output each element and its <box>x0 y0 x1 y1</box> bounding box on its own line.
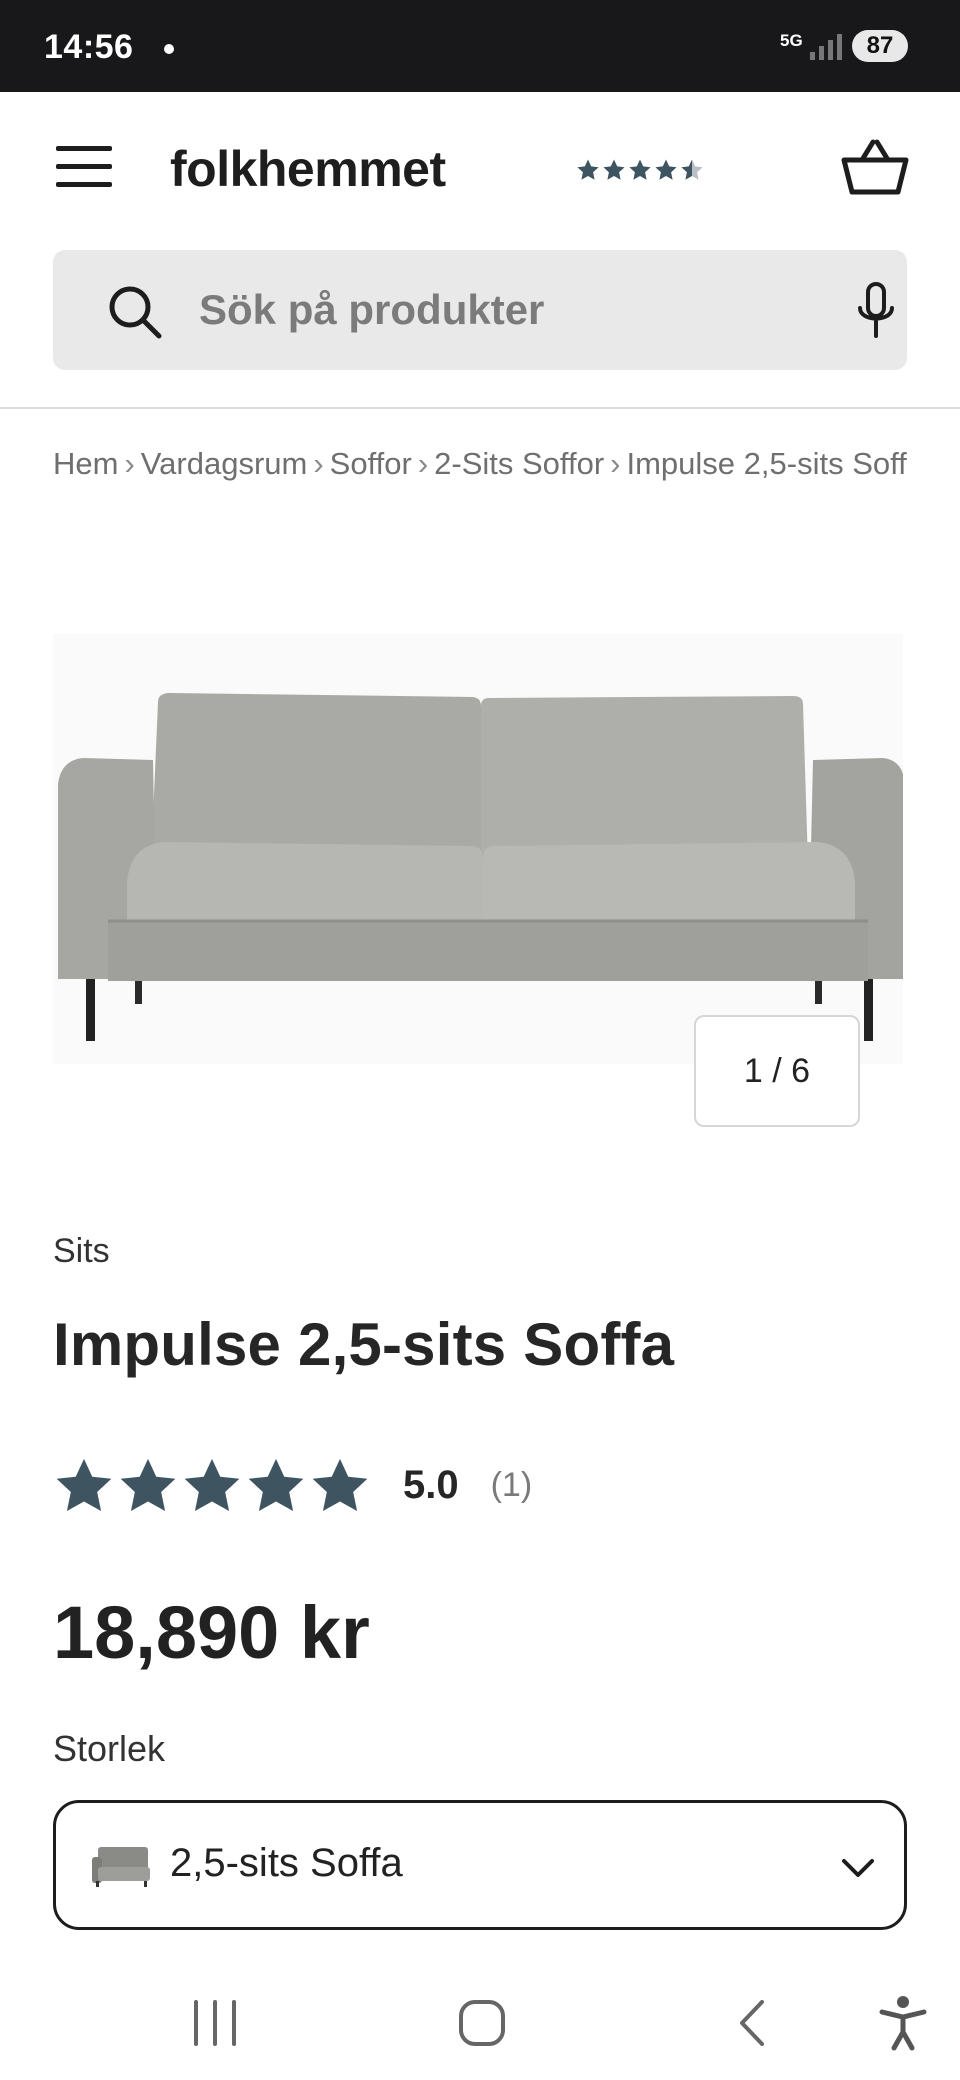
status-time: 14:56 <box>44 28 134 66</box>
size-select-value: 2,5-sits Soffa <box>170 1841 403 1885</box>
search-icon[interactable] <box>105 282 165 342</box>
image-counter[interactable]: 1 / 6 <box>694 1015 860 1127</box>
site-logo[interactable]: folkhemmet <box>170 140 446 198</box>
product-image[interactable] <box>53 634 905 1064</box>
search-input[interactable] <box>199 272 799 348</box>
chevron-down-icon <box>842 1859 874 1877</box>
menu-button[interactable] <box>56 144 114 190</box>
battery-indicator: 87 <box>852 30 908 62</box>
product-title: Impulse 2,5-sits Soffa <box>53 1311 675 1378</box>
breadcrumb-separator: › <box>417 446 429 481</box>
status-bar: 14:56 5G 87 <box>0 0 960 92</box>
store-rating-stars-icon <box>577 159 703 180</box>
recent-apps-icon[interactable] <box>180 1988 250 2058</box>
breadcrumb-link-soffor[interactable]: Soffor <box>330 446 412 481</box>
header-divider <box>0 407 960 409</box>
breadcrumb-current: Impulse 2,5-sits Soffa <box>626 446 908 481</box>
search-bar[interactable] <box>53 250 907 370</box>
home-icon[interactable] <box>447 1988 517 2058</box>
notification-dot-icon <box>164 44 174 54</box>
breadcrumb: Hem › Vardagsrum › Soffor › 2-Sits Soffor › Impu… <box>53 446 907 486</box>
back-icon[interactable] <box>718 1988 788 2058</box>
star-icons <box>56 1458 368 1512</box>
breadcrumb-separator: › <box>124 446 135 481</box>
basket-icon[interactable] <box>840 138 910 198</box>
signal-icon <box>810 34 842 60</box>
rating-score: 5.0 <box>403 1462 459 1507</box>
product-rating[interactable]: 5.0 (1) <box>53 1450 532 1520</box>
size-label: Storlek <box>53 1728 166 1769</box>
rating-count[interactable]: (1) <box>491 1466 533 1505</box>
sofa-thumbnail-icon <box>92 1847 150 1887</box>
breadcrumb-link-home[interactable]: Hem <box>53 446 118 481</box>
product-price: 18,890 kr <box>53 1591 370 1674</box>
size-select[interactable]: 2,5-sits Soffa <box>53 1800 907 1930</box>
mic-icon[interactable] <box>853 280 899 342</box>
breadcrumb-link-2-sits-soffor[interactable]: 2-Sits Soffor <box>434 446 604 481</box>
store-rating-stars <box>576 156 706 184</box>
breadcrumb-separator: › <box>610 446 621 481</box>
system-nav-bar <box>0 1960 960 2080</box>
accessibility-icon[interactable] <box>868 1988 938 2058</box>
rating-stars <box>53 1453 375 1517</box>
breadcrumb-separator: › <box>313 446 324 481</box>
sofa-image <box>53 634 905 1064</box>
site-header: folkhemmet <box>0 92 960 370</box>
breadcrumb-link-vardagsrum[interactable]: Vardagsrum <box>141 446 308 481</box>
network-type: 5G <box>780 31 803 50</box>
product-brand[interactable]: Sits <box>53 1232 110 1271</box>
